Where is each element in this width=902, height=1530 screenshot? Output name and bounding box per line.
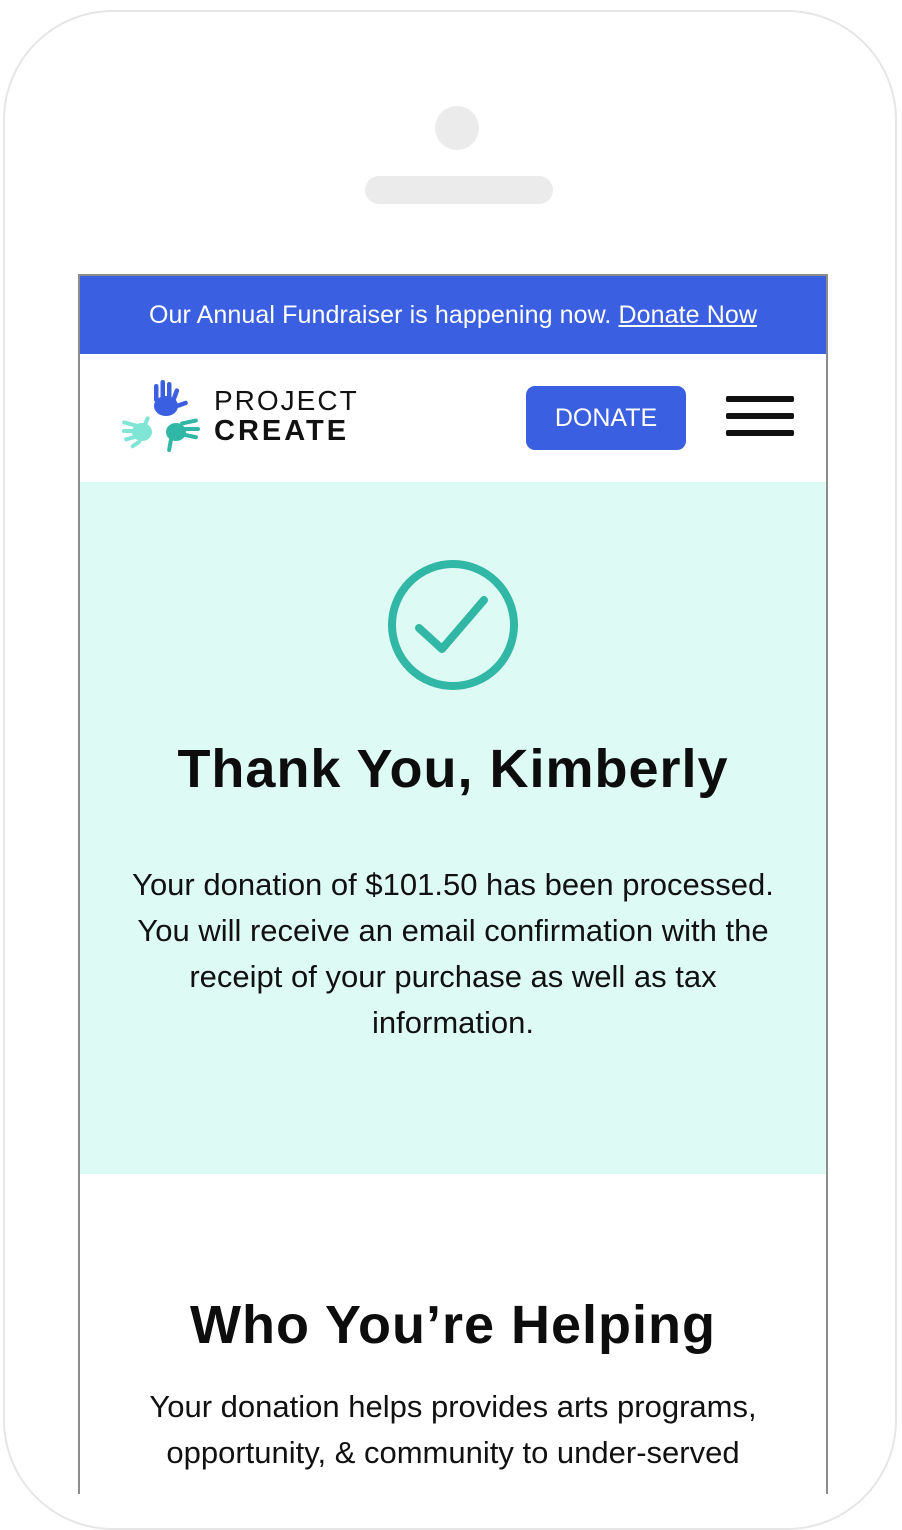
menu-bar — [726, 396, 794, 402]
menu-icon[interactable] — [726, 396, 794, 436]
speaker-grille — [365, 176, 553, 204]
donate-button[interactable]: DONATE — [526, 386, 686, 450]
banner-text: Our Annual Fundraiser is happening now. — [148, 300, 612, 329]
who-youre-helping-section: Who You’re Helping Your donation helps p… — [80, 1174, 826, 1494]
project-create-logo[interactable]: PROJECT CREATE — [122, 380, 359, 452]
site-header: PROJECT CREATE DONATE — [80, 354, 826, 482]
donate-now-link[interactable]: Donate Now — [618, 301, 757, 330]
confirmation-section: Thank You, Kimberly Your donation of $10… — [80, 482, 826, 1174]
who-youre-helping-text: Your donation helps provides arts progra… — [149, 1389, 757, 1470]
confirmation-message: Your donation of $101.50 has been proces… — [132, 867, 774, 1040]
who-youre-helping-heading: Who You’re Helping — [190, 1295, 716, 1355]
menu-bar — [726, 413, 794, 419]
thank-you-heading: Thank You, Kimberly — [177, 739, 729, 799]
logo-text-create: CREATE — [214, 415, 350, 447]
camera-icon — [435, 106, 479, 150]
fundraiser-banner: Our Annual Fundraiser is happening now. … — [80, 276, 826, 354]
checkmark-circle-icon — [388, 560, 518, 690]
logo-text-project: PROJECT — [214, 385, 359, 416]
hands-logo-icon — [122, 380, 200, 452]
menu-bar — [726, 430, 794, 436]
phone-screen: Our Annual Fundraiser is happening now. … — [78, 274, 828, 1494]
